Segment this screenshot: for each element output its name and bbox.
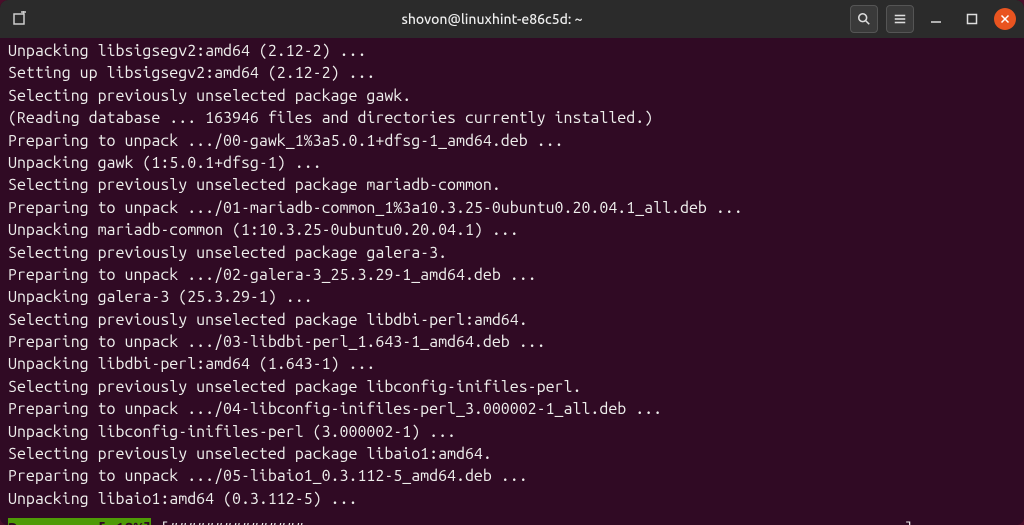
terminal-output-line: Selecting previously unselected package … — [8, 85, 1016, 107]
terminal-window: shovon@linuxhint-e86c5d: ~ Unpacking lib… — [0, 0, 1024, 525]
new-tab-button[interactable] — [8, 7, 32, 31]
terminal-output-line: Selecting previously unselected package … — [8, 309, 1016, 331]
terminal-output-line: Selecting previously unselected package … — [8, 242, 1016, 264]
titlebar-left — [8, 7, 148, 31]
progress-line: Progress: [ 18%] [###############.......… — [8, 518, 1016, 525]
titlebar: shovon@linuxhint-e86c5d: ~ — [0, 0, 1024, 38]
terminal-output-line: Unpacking libdbi-perl:amd64 (1.643-1) ..… — [8, 353, 1016, 375]
terminal-output-line: Preparing to unpack .../01-mariadb-commo… — [8, 197, 1016, 219]
terminal-output-line: Unpacking galera-3 (25.3.29-1) ... — [8, 286, 1016, 308]
terminal-output-line: Preparing to unpack .../02-galera-3_25.3… — [8, 264, 1016, 286]
progress-bar: [###############........................… — [151, 518, 922, 525]
terminal-output-line: Unpacking libaio1:amd64 (0.3.112-5) ... — [8, 488, 1016, 510]
terminal-output-line: Selecting previously unselected package … — [8, 443, 1016, 465]
terminal-output-line: Preparing to unpack .../00-gawk_1%3a5.0.… — [8, 130, 1016, 152]
terminal-output-line: Setting up libsigsegv2:amd64 (2.12-2) ..… — [8, 62, 1016, 84]
terminal-output-line: Unpacking mariadb-common (1:10.3.25-0ubu… — [8, 219, 1016, 241]
terminal-output-line: Unpacking libsigsegv2:amd64 (2.12-2) ... — [8, 40, 1016, 62]
window-title: shovon@linuxhint-e86c5d: ~ — [148, 11, 836, 27]
terminal-output-line: Unpacking gawk (1:5.0.1+dfsg-1) ... — [8, 152, 1016, 174]
terminal-output-line: Unpacking libconfig-inifiles-perl (3.000… — [8, 421, 1016, 443]
titlebar-right — [836, 5, 1016, 33]
terminal-output-line: Preparing to unpack .../03-libdbi-perl_1… — [8, 331, 1016, 353]
terminal-output-line: Selecting previously unselected package … — [8, 174, 1016, 196]
progress-percent: Progress: [ 18%] — [8, 518, 151, 525]
terminal-output-line: (Reading database ... 163946 files and d… — [8, 107, 1016, 129]
terminal-content[interactable]: Unpacking libsigsegv2:amd64 (2.12-2) ...… — [0, 38, 1024, 525]
maximize-button[interactable] — [958, 5, 986, 33]
terminal-output-line: Selecting previously unselected package … — [8, 376, 1016, 398]
terminal-output-line: Preparing to unpack .../04-libconfig-ini… — [8, 398, 1016, 420]
close-button[interactable] — [994, 8, 1016, 30]
search-button[interactable] — [850, 5, 878, 33]
minimize-button[interactable] — [922, 5, 950, 33]
terminal-output-line: Preparing to unpack .../05-libaio1_0.3.1… — [8, 465, 1016, 487]
menu-button[interactable] — [886, 5, 914, 33]
